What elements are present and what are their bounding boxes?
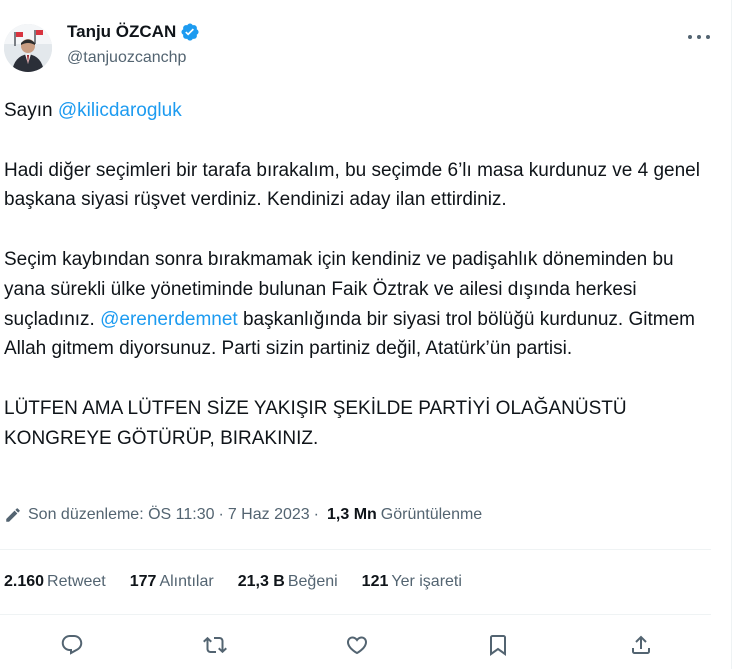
divider — [0, 614, 711, 615]
like-button[interactable] — [345, 633, 369, 657]
likes-stat[interactable]: 21,3 B Beğeni — [238, 573, 338, 591]
retweet-button[interactable] — [203, 633, 227, 657]
meta-separator: · — [313, 506, 319, 523]
likes-label: Beğeni — [287, 573, 338, 590]
mention-link[interactable]: @erenerdemnet — [100, 309, 238, 330]
retweet-icon — [203, 636, 227, 654]
edit-pencil-icon — [6, 508, 20, 522]
likes-count: 21,3 B — [237, 573, 285, 590]
tweet-paragraph-greeting: Sayın @kilicdarogluk — [4, 96, 716, 126]
views-label: Görüntülenme — [380, 506, 483, 523]
edited-timestamp[interactable]: Son düzenleme: ÖS 11:30 — [28, 506, 215, 524]
views-count: 1,3 Mn — [327, 506, 377, 523]
share-button[interactable] — [629, 633, 653, 657]
user-handle[interactable]: @tanjuozcanchp — [67, 49, 186, 67]
tweet-date[interactable]: 7 Haz 2023 — [228, 506, 310, 524]
more-options-icon[interactable] — [688, 28, 710, 46]
greeting-text: Sayın — [4, 100, 58, 121]
retweets-label: Retweet — [47, 573, 106, 590]
bookmark-button[interactable] — [486, 633, 510, 657]
quotes-stat[interactable]: 177 Alıntılar — [130, 573, 214, 591]
tweet-text: Sayın @kilicdarogluk Hadi diğer seçimler… — [4, 96, 716, 454]
bookmarks-count: 121 — [361, 573, 389, 590]
reply-button[interactable] — [60, 633, 84, 657]
avatar[interactable] — [4, 24, 52, 72]
share-icon — [632, 635, 650, 654]
quotes-count: 177 — [129, 573, 157, 590]
bookmarks-label: Yer işareti — [391, 573, 462, 590]
verified-badge-icon — [180, 22, 200, 42]
like-icon — [346, 636, 368, 655]
tweet-paragraph-3: LÜTFEN AMA LÜTFEN SİZE YAKIŞIR ŞEKİLDE P… — [4, 397, 627, 449]
display-name[interactable]: Tanju ÖZCAN — [67, 22, 176, 42]
bookmark-icon — [490, 635, 506, 656]
mention-link[interactable]: @kilicdarogluk — [58, 100, 182, 121]
tweet-header: Tanju ÖZCAN @tanjuozcanchp — [0, 18, 720, 76]
name-row: Tanju ÖZCAN — [67, 22, 200, 42]
reply-icon — [61, 635, 83, 655]
tweet-paragraph-2: Seçim kaybından sonra bırakmamak için ke… — [4, 245, 716, 364]
profile-photo-icon — [4, 24, 52, 72]
retweets-count: 2.160 — [4, 573, 45, 590]
bookmarks-stat[interactable]: 121 Yer işareti — [362, 573, 462, 591]
divider — [0, 549, 711, 550]
retweets-stat[interactable]: 2.160 Retweet — [4, 573, 106, 591]
meta-separator: · — [218, 506, 224, 523]
quotes-label: Alıntılar — [159, 573, 214, 590]
action-bar — [0, 625, 711, 665]
tweet-paragraph-1: Hadi diğer seçimleri bir tarafa bırakalı… — [4, 159, 700, 211]
tweet-metadata: Son düzenleme: ÖS 11:30 · 7 Haz 2023 · 1… — [4, 506, 482, 524]
engagement-stats: 2.160 Retweet 177 Alıntılar 21,3 B Beğeni 1… — [4, 573, 486, 591]
